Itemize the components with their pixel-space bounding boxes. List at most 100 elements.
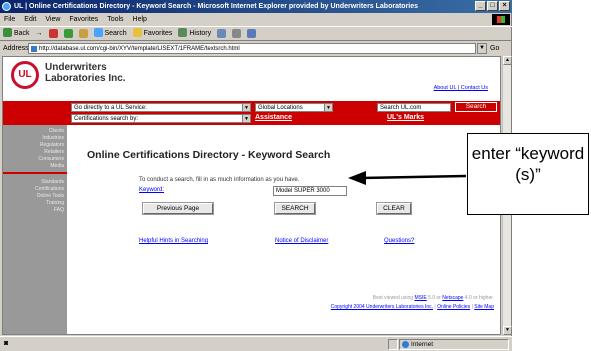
windows-logo-icon: [492, 14, 510, 25]
site-map-link[interactable]: Site Map: [474, 304, 494, 310]
online-policies-link[interactable]: Online Policies: [437, 304, 470, 310]
status-bar: ◙ Internet: [0, 336, 512, 351]
site-search-input[interactable]: Search UL.com: [377, 103, 451, 112]
menu-favorites[interactable]: Favorites: [69, 14, 98, 25]
certifications-select[interactable]: Certifications search by: ▼: [71, 114, 251, 123]
address-bar: Address http://database.ul.com/cgi-bin/X…: [0, 42, 512, 55]
sidebar-item-standards[interactable]: Standards: [41, 179, 64, 185]
scroll-up-icon[interactable]: ▲: [503, 56, 512, 65]
clear-button[interactable]: CLEAR: [376, 202, 412, 215]
print-icon[interactable]: [232, 29, 242, 38]
sidebar-nav: Clients Industries Regulators Retailers …: [3, 125, 67, 334]
search-label: Search: [104, 29, 127, 37]
page-title: Online Certifications Directory - Keywor…: [87, 149, 331, 161]
copyright-link[interactable]: Copyright 2004 Underwriters Laboratories…: [331, 304, 433, 310]
sidebar-item-certifications[interactable]: Certifications: [35, 186, 64, 192]
sidebar-item-regulators[interactable]: Regulators: [40, 142, 64, 148]
chevron-down-icon: ▼: [242, 115, 250, 122]
global-locations-select[interactable]: Global Locations ▼: [255, 103, 333, 112]
footer-text: Best viewed using: [372, 295, 414, 301]
sidebar-item-online-tools[interactable]: Online Tools: [37, 193, 64, 199]
sidebar-item-faq[interactable]: FAQ: [54, 207, 64, 213]
globe-icon: [402, 340, 409, 348]
history-label: History: [189, 29, 212, 37]
questions-link[interactable]: Questions?: [384, 238, 414, 244]
sidebar-item-media[interactable]: Media: [50, 163, 64, 169]
sidebar-item-clients[interactable]: Clients: [49, 128, 64, 134]
service-select-value: Go directly to a UL Service:: [74, 105, 147, 111]
search-icon: [93, 28, 103, 38]
assistance-link[interactable]: Assistance: [255, 114, 292, 121]
title-bar: UL | Online Certifications Directory - K…: [0, 0, 512, 13]
chevron-down-icon: ▼: [324, 104, 332, 111]
menu-file[interactable]: File: [4, 14, 15, 25]
history-button[interactable]: History: [178, 27, 211, 41]
service-select[interactable]: Go directly to a UL Service: ▼: [71, 103, 251, 112]
company-name-line1: Underwriters: [45, 62, 107, 73]
search-instructions: To conduct a search, fill in as much inf…: [139, 177, 300, 183]
previous-page-button[interactable]: Previous Page: [142, 202, 214, 215]
window-title: UL | Online Certifications Directory - K…: [14, 3, 419, 10]
menu-bar: File Edit View Favorites Tools Help: [0, 14, 512, 25]
close-button[interactable]: ×: [499, 1, 510, 11]
status-cell: [388, 339, 398, 350]
sidebar-item-retailers[interactable]: Retailers: [44, 149, 64, 155]
about-contact-links[interactable]: About UL | Contact Us: [434, 85, 488, 91]
maximize-button[interactable]: □: [487, 1, 498, 11]
site-search-button[interactable]: Search: [455, 102, 497, 112]
keyword-label[interactable]: Keyword:: [139, 187, 164, 193]
edit-icon[interactable]: [247, 29, 257, 38]
sidebar-divider: [3, 172, 67, 174]
company-name-line2: Laboratories Inc.: [45, 73, 126, 84]
page-done-icon: ◙: [4, 340, 9, 347]
go-button[interactable]: Go: [490, 42, 499, 55]
favorites-button[interactable]: Favorites: [132, 27, 173, 41]
red-navigation-bar: Go directly to a UL Service: ▼ Certificat…: [3, 101, 500, 125]
menu-tools[interactable]: Tools: [107, 14, 123, 25]
security-zone: Internet: [402, 338, 433, 351]
history-icon: [178, 28, 188, 38]
refresh-icon[interactable]: [63, 29, 73, 38]
sidebar-item-training[interactable]: Training: [46, 200, 64, 206]
toolbar: Back → Search Favorites History: [0, 26, 512, 41]
ul-logo[interactable]: UL: [11, 61, 39, 89]
favorites-label: Favorites: [143, 29, 173, 37]
global-locations-value: Global Locations: [258, 105, 303, 111]
keyword-search-button[interactable]: SEARCH: [274, 202, 316, 215]
browser-window: UL | Online Certifications Directory - K…: [0, 0, 512, 351]
address-label: Address: [3, 45, 29, 52]
helpful-hints-link[interactable]: Helpful Hints in Searching: [139, 238, 208, 244]
search-button[interactable]: Search: [93, 27, 127, 41]
stop-icon[interactable]: [48, 29, 58, 38]
menu-edit[interactable]: Edit: [24, 14, 36, 25]
ie-icon: [2, 2, 11, 11]
address-input[interactable]: http://database.ul.com/cgi-bin/XYV/templ…: [28, 43, 476, 54]
address-dropdown[interactable]: ▼: [477, 43, 487, 54]
zone-label: Internet: [411, 341, 434, 348]
back-arrow-icon: [3, 28, 12, 38]
mail-icon[interactable]: [217, 29, 227, 38]
sidebar-item-industries[interactable]: Industries: [42, 135, 64, 141]
scroll-down-icon[interactable]: ▼: [503, 326, 512, 335]
footer-text: 4.0 or higher.: [464, 295, 494, 301]
page-content: UL Underwriters Laboratories Inc. About …: [2, 56, 501, 335]
sidebar-item-consumers[interactable]: Consumers: [38, 156, 64, 162]
favorites-icon: [132, 28, 142, 38]
annotation-callout: enter “keyword (s)”: [467, 133, 589, 215]
footer-copyright: Copyright 2004 Underwriters Laboratories…: [330, 304, 494, 310]
footer-text: 5.0 or: [428, 295, 441, 301]
back-button[interactable]: Back: [3, 27, 30, 41]
forward-button[interactable]: →: [36, 27, 43, 41]
keyword-input[interactable]: Model SUPER 3000: [273, 186, 347, 196]
menu-view[interactable]: View: [45, 14, 60, 25]
menu-help[interactable]: Help: [133, 14, 147, 25]
disclaimer-link[interactable]: Notice of Disclaimer: [275, 238, 328, 244]
ul-logo-text: UL: [18, 69, 32, 80]
footer-browser-note: Best viewed using MSIE 5.0 or Netscape 4…: [373, 295, 494, 301]
ul-marks-link[interactable]: UL's Marks: [387, 114, 424, 121]
msie-link[interactable]: MSIE: [414, 295, 426, 301]
company-name: Underwriters Laboratories Inc.: [45, 62, 126, 84]
minimize-button[interactable]: _: [475, 1, 486, 11]
netscape-link[interactable]: Netscape: [442, 295, 463, 301]
home-icon[interactable]: [78, 29, 88, 38]
